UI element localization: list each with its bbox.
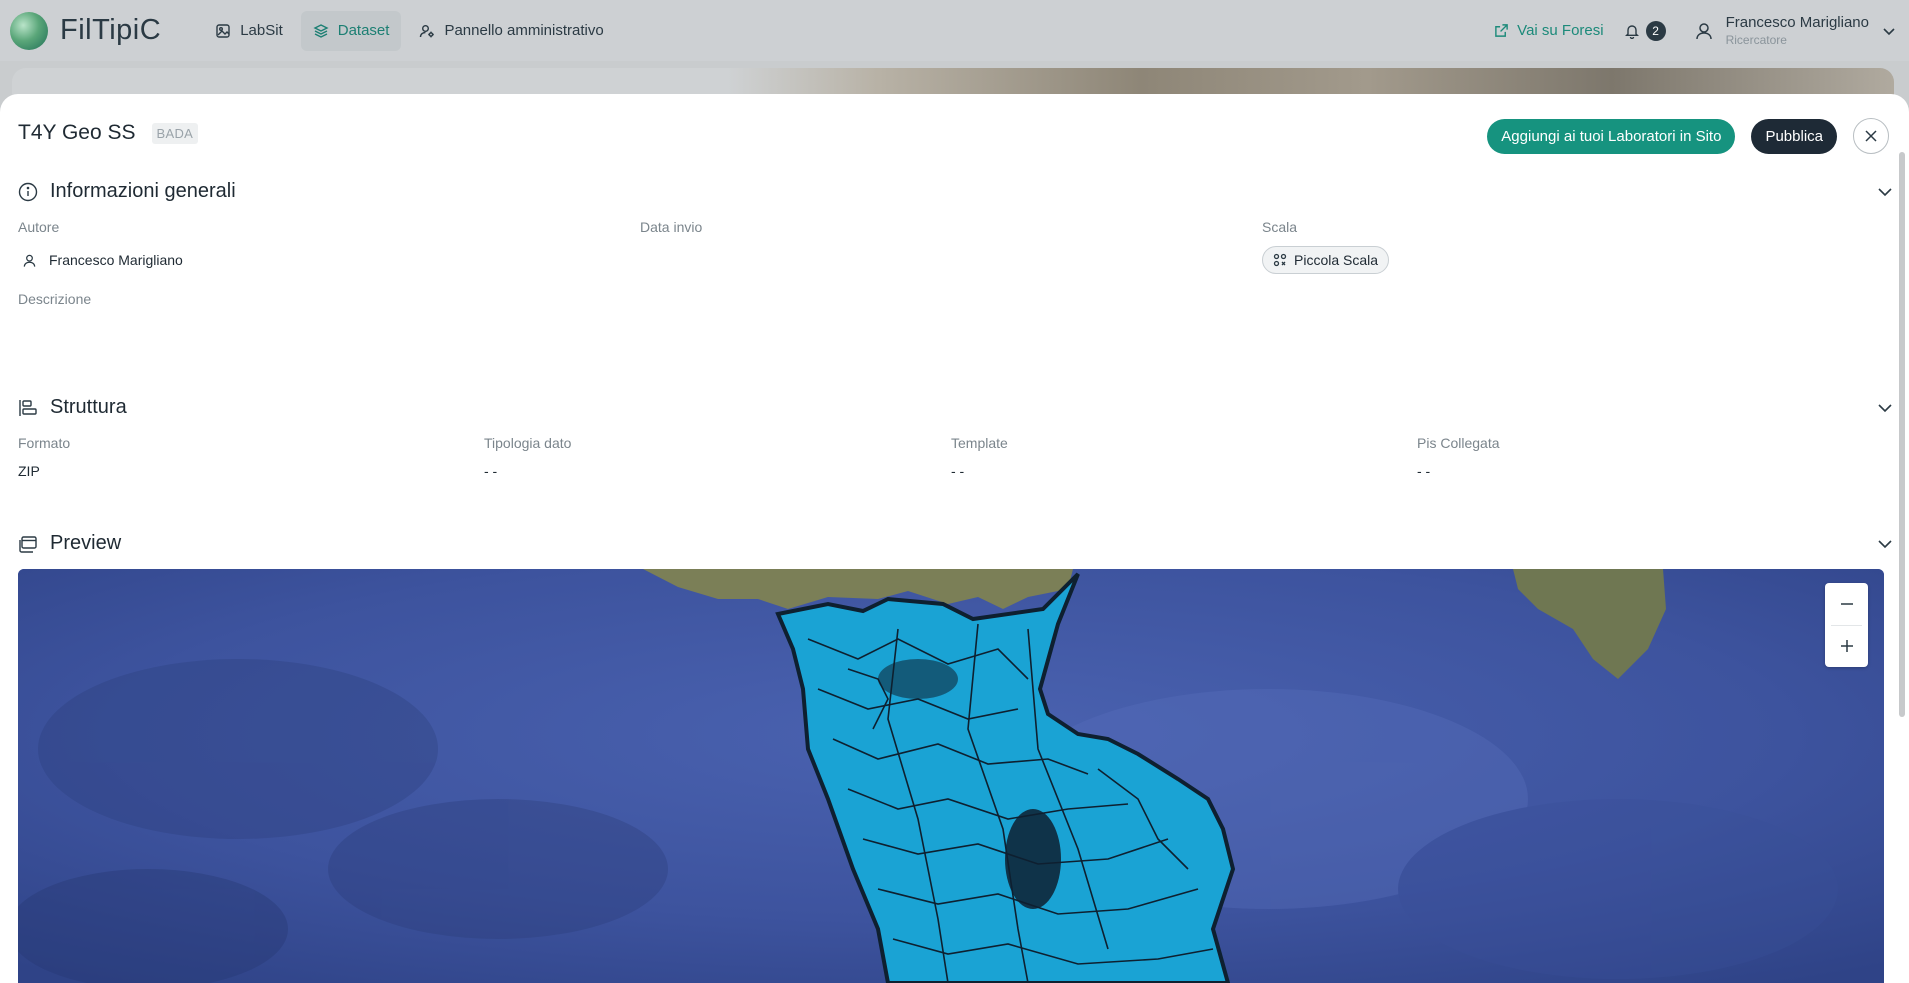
pis-value: - - bbox=[1417, 463, 1431, 479]
scale-label: Scala bbox=[1262, 219, 1298, 235]
dataset-header: T4Y Geo SS BADA bbox=[18, 121, 199, 145]
dataset-title: T4Y Geo SS bbox=[18, 121, 136, 144]
notification-count-badge: 2 bbox=[1645, 20, 1666, 41]
close-button[interactable] bbox=[1853, 118, 1889, 154]
user-icon bbox=[1695, 22, 1712, 39]
foresi-link[interactable]: Vai su Foresi bbox=[1494, 22, 1604, 39]
template-label: Template bbox=[951, 435, 1008, 451]
nav-item-label: Pannello amministrativo bbox=[444, 22, 604, 39]
structure-section-header[interactable]: Struttura bbox=[18, 396, 1893, 419]
section-title: Preview bbox=[50, 532, 122, 554]
user-info: Francesco Marigliano Ricercatore bbox=[1726, 14, 1869, 47]
scrollbar[interactable] bbox=[1899, 152, 1905, 717]
zoom-out-button[interactable] bbox=[1825, 583, 1868, 625]
user-settings-icon bbox=[420, 24, 435, 37]
nav-item-labsit[interactable]: LabSit bbox=[203, 11, 295, 51]
brand-logo bbox=[10, 11, 48, 50]
dataset-actions: Aggiungi ai tuoi Laboratori in Sito Pubb… bbox=[1487, 118, 1889, 154]
dataset-tag: BADA bbox=[151, 122, 199, 144]
foresi-link-label: Vai su Foresi bbox=[1517, 22, 1604, 39]
nav-item-label: Dataset bbox=[337, 22, 390, 39]
nav-item-label: LabSit bbox=[240, 22, 283, 39]
zoom-controls bbox=[1825, 583, 1868, 667]
structure-icon bbox=[19, 399, 37, 416]
top-right-controls: Vai su Foresi 2 Francesco Marigliano Ric… bbox=[1494, 14, 1897, 47]
scale-icon bbox=[1273, 253, 1287, 267]
data-type-label: Tipologia dato bbox=[484, 435, 572, 451]
user-icon bbox=[23, 254, 36, 267]
image-icon bbox=[216, 23, 230, 38]
brand[interactable]: FilTipiC bbox=[10, 11, 162, 50]
template-value: - - bbox=[951, 463, 965, 479]
user-role: Ricercatore bbox=[1725, 33, 1787, 47]
minus-icon bbox=[1840, 603, 1853, 605]
user-menu[interactable]: Francesco Marigliano Ricercatore bbox=[1694, 14, 1897, 47]
pis-label: Pis Collegata bbox=[1417, 435, 1500, 451]
notifications-button[interactable]: 2 bbox=[1624, 20, 1666, 41]
user-name: Francesco Marigliano bbox=[1725, 14, 1869, 31]
external-link-icon bbox=[1495, 24, 1508, 37]
chevron-down-icon[interactable] bbox=[1877, 536, 1893, 552]
general-info-section-header[interactable]: Informazioni generali bbox=[18, 180, 1893, 203]
plus-icon bbox=[1840, 640, 1853, 653]
nav-item-dataset[interactable]: Dataset bbox=[300, 10, 402, 51]
layers-icon bbox=[313, 23, 329, 38]
scale-badge: Piccola Scala bbox=[1262, 246, 1390, 274]
close-icon bbox=[1865, 130, 1877, 142]
chevron-down-icon bbox=[1883, 27, 1895, 35]
author-value: Francesco Marigliano bbox=[22, 252, 183, 268]
bell-icon bbox=[1624, 24, 1639, 39]
author-label: Autore bbox=[18, 219, 60, 235]
preview-section-header[interactable]: Preview bbox=[18, 532, 1893, 555]
data-type-value: - - bbox=[484, 463, 498, 479]
section-title: Struttura bbox=[50, 396, 127, 418]
dataset-detail-panel: T4Y Geo SS BADA Aggiungi ai tuoi Laborat… bbox=[0, 94, 1909, 983]
scale-value: Piccola Scala bbox=[1294, 252, 1379, 268]
section-title: Informazioni generali bbox=[50, 180, 236, 202]
publish-button[interactable]: Pubblica bbox=[1751, 118, 1837, 154]
description-label: Descrizione bbox=[18, 291, 92, 307]
overlay-dense-area bbox=[878, 659, 958, 699]
nav-item-admin-panel[interactable]: Pannello amministrativo bbox=[407, 11, 615, 51]
format-value: ZIP bbox=[18, 463, 40, 479]
add-to-labs-button[interactable]: Aggiungi ai tuoi Laboratori in Sito bbox=[1487, 118, 1736, 154]
overlay-dense-area bbox=[1005, 809, 1061, 909]
main-nav: LabSit Dataset Pannello amministrativo bbox=[203, 10, 616, 51]
map-canvas[interactable] bbox=[18, 569, 1884, 983]
top-navigation-bar: FilTipiC LabSit Dataset Pannello amminis… bbox=[0, 0, 1909, 61]
chevron-down-icon[interactable] bbox=[1877, 184, 1893, 200]
chevron-down-icon[interactable] bbox=[1877, 400, 1893, 416]
info-icon bbox=[18, 182, 38, 201]
app-name: FilTipiC bbox=[60, 14, 162, 46]
date-label: Data invio bbox=[640, 219, 703, 235]
zoom-in-button[interactable] bbox=[1825, 626, 1868, 668]
window-icon bbox=[19, 535, 37, 553]
map-preview[interactable] bbox=[18, 569, 1884, 983]
author-name: Francesco Marigliano bbox=[49, 252, 183, 268]
format-label: Formato bbox=[18, 435, 71, 451]
